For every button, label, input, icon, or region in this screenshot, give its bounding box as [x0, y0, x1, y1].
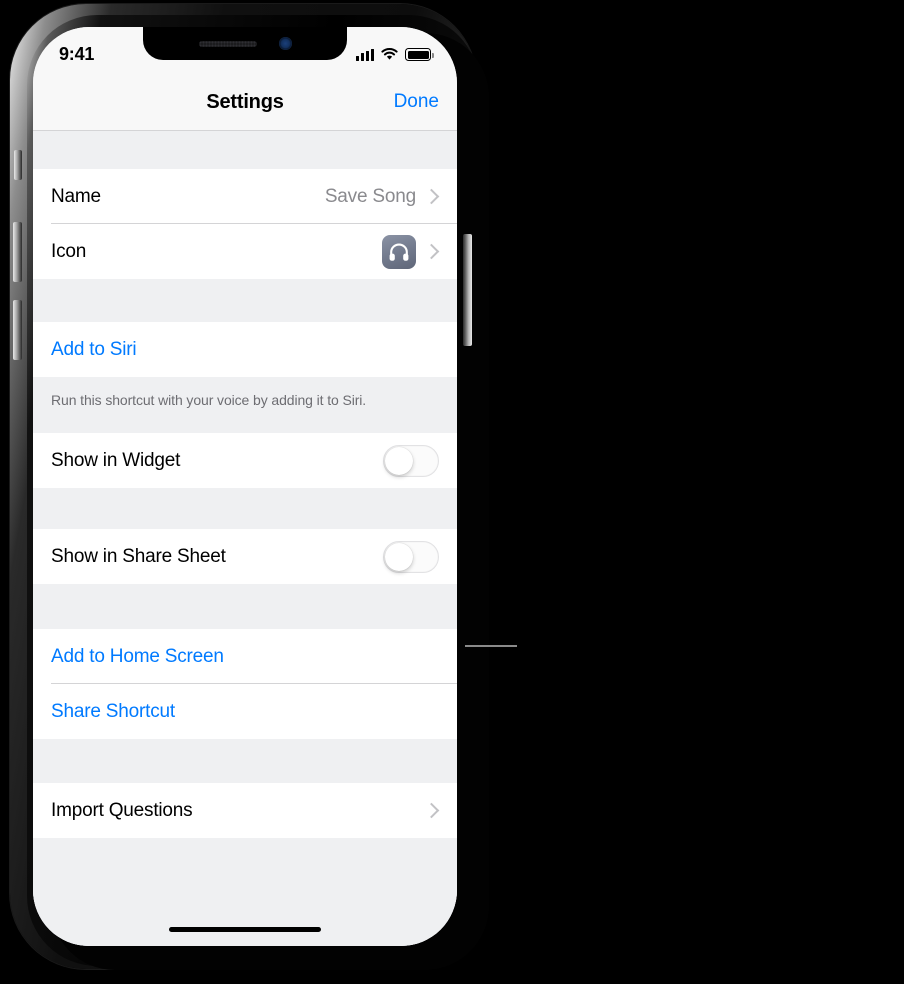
row-name-value: Save Song: [324, 185, 416, 207]
status-bar-indicators: [356, 48, 434, 61]
toggle-knob: [385, 542, 413, 571]
row-icon-label: Icon: [51, 240, 87, 262]
show-in-share-sheet-toggle[interactable]: [383, 540, 439, 573]
speaker-grille-icon: [198, 40, 257, 47]
notch: [143, 27, 347, 60]
wifi-icon: [381, 48, 398, 60]
show-in-widget-toggle[interactable]: [383, 444, 439, 477]
page-title: Settings: [206, 90, 284, 113]
row-share-shortcut[interactable]: Share Shortcut: [33, 684, 457, 739]
navigation-bar: Settings Done: [33, 74, 457, 131]
row-add-to-home-screen-label: Add to Home Screen: [51, 645, 224, 667]
row-import-questions[interactable]: Import Questions: [33, 783, 457, 838]
volume-up-button[interactable]: [13, 222, 22, 282]
front-camera-icon: [278, 37, 292, 50]
row-add-to-home-screen[interactable]: Add to Home Screen: [33, 629, 457, 684]
row-name-accessory: Save Song: [324, 185, 440, 208]
row-show-in-widget[interactable]: Show in Widget: [33, 433, 457, 488]
row-import-questions-accessory: [423, 802, 440, 819]
section-gap-top: [33, 131, 457, 169]
row-icon[interactable]: Icon: [33, 224, 457, 279]
screenshot-root: 9:41 Settings Done Name Save Song Icon A…: [0, 0, 904, 984]
callout-leader-line: [465, 645, 517, 647]
section-gap-3: [33, 584, 457, 629]
signal-bars-icon: [356, 48, 374, 61]
siri-footer-text: Run this shortcut with your voice by add…: [51, 392, 367, 408]
volume-down-button[interactable]: [13, 300, 22, 360]
chevron-right-icon: [423, 802, 440, 819]
section-gap-1: [33, 279, 457, 322]
home-indicator[interactable]: [169, 927, 321, 932]
section-actions: Add to Home Screen Share Shortcut: [33, 629, 457, 739]
section-import: Import Questions: [33, 783, 457, 838]
section-widget: Show in Widget: [33, 433, 457, 488]
section-siri-footer-area: Run this shortcut with your voice by add…: [33, 377, 457, 433]
row-name-label: Name: [51, 185, 101, 207]
chevron-right-icon: [423, 243, 440, 260]
section-siri: Add to Siri: [33, 322, 457, 377]
row-show-in-share-sheet-label: Show in Share Sheet: [51, 545, 226, 567]
section-gap-2: [33, 488, 457, 529]
row-show-in-widget-label: Show in Widget: [51, 449, 181, 471]
chevron-right-icon: [423, 188, 440, 205]
row-show-in-share-sheet[interactable]: Show in Share Sheet: [33, 529, 457, 584]
mute-switch-button[interactable]: [14, 150, 22, 180]
row-show-in-share-sheet-accessory: [383, 540, 439, 573]
toggle-knob: [385, 446, 413, 475]
section-identity: Name Save Song Icon: [33, 169, 457, 279]
section-share-sheet: Show in Share Sheet: [33, 529, 457, 584]
row-share-shortcut-label: Share Shortcut: [51, 700, 175, 722]
phone-screen: 9:41 Settings Done Name Save Song Icon A…: [33, 27, 457, 946]
status-bar-time: 9:41: [59, 44, 95, 64]
done-button[interactable]: Done: [394, 91, 439, 113]
row-add-to-siri-label: Add to Siri: [51, 338, 137, 360]
section-gap-4: [33, 739, 457, 783]
battery-full-icon: [405, 48, 434, 61]
headphones-icon[interactable]: [382, 234, 416, 269]
row-show-in-widget-accessory: [383, 444, 439, 477]
row-name[interactable]: Name Save Song: [33, 169, 457, 224]
settings-list[interactable]: Name Save Song Icon Add to Siri Run this…: [33, 131, 457, 946]
row-import-questions-label: Import Questions: [51, 799, 193, 821]
row-add-to-siri[interactable]: Add to Siri: [33, 322, 457, 377]
side-power-button[interactable]: [463, 234, 472, 346]
row-icon-accessory: [382, 234, 440, 269]
